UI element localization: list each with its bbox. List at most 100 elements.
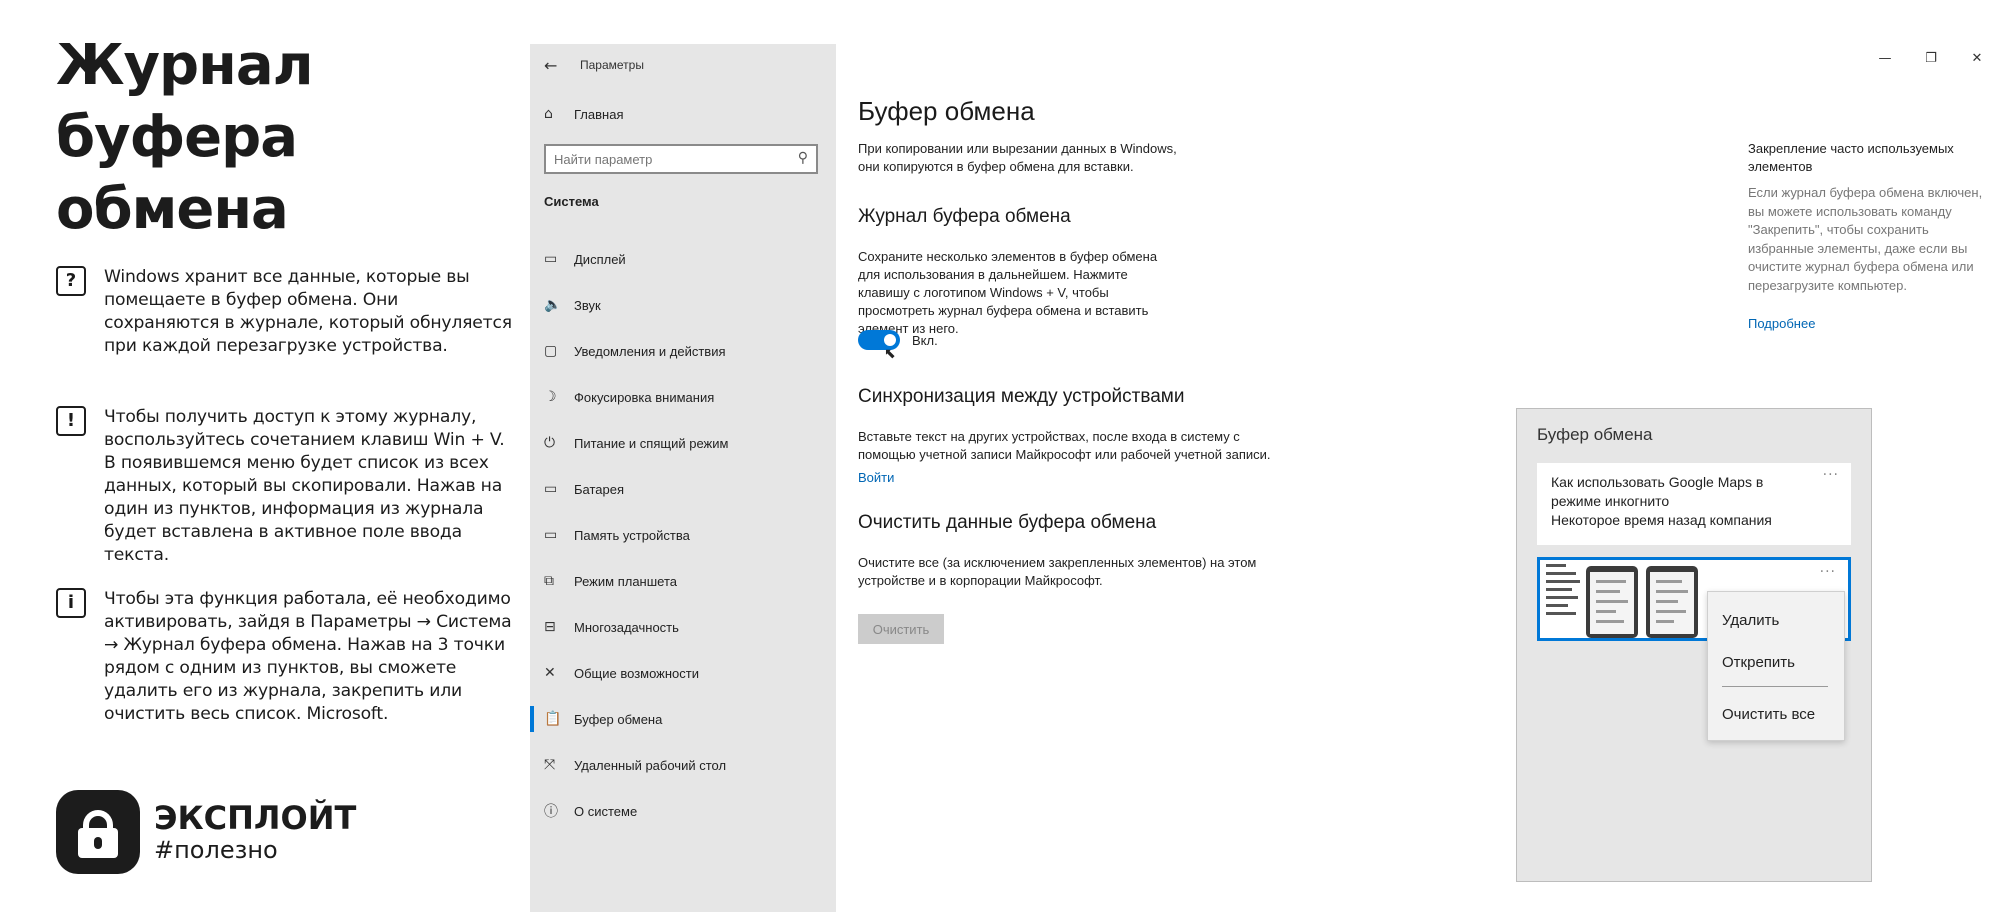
nav-item[interactable]: ▭ Батарея	[530, 466, 836, 512]
nav-item-label: Батарея	[574, 481, 625, 497]
nav-item-label: О системе	[574, 803, 638, 819]
nav-item-label: Звук	[574, 297, 601, 313]
menu-clear-all[interactable]: Очистить все	[1722, 706, 1815, 723]
more-info-link[interactable]: Подробнее	[1748, 316, 1815, 331]
exclamation-icon: !	[56, 406, 86, 436]
sync-heading: Синхронизация между устройствами	[858, 386, 1185, 407]
sign-in-link[interactable]: Войти	[858, 470, 894, 485]
question-icon: ?	[56, 266, 86, 296]
search-icon[interactable]: ⚲	[798, 150, 808, 166]
title-bar: ← Параметры	[544, 50, 644, 80]
nav-item-label: Память устройства	[574, 527, 690, 543]
nav-item[interactable]: ⓘ О системе	[530, 788, 836, 834]
nav-item-label: Режим планшета	[574, 573, 677, 589]
lock-icon	[56, 790, 140, 874]
tip-question: ? Windows хранит все данные, которые вы …	[56, 266, 516, 358]
minimize-icon[interactable]: —	[1862, 44, 1908, 76]
history-heading: Журнал буфера обмена	[858, 206, 1071, 227]
clipboard-item[interactable]: Как использовать Google Maps в режиме ин…	[1537, 463, 1851, 545]
tip-text: Чтобы эта функция работала, её необходим…	[104, 589, 512, 724]
mouse-cursor-icon: ⬉	[884, 346, 896, 362]
home-icon: ⌂	[544, 106, 553, 122]
app-title: Параметры	[580, 58, 644, 72]
focus-assist-icon: ☽	[544, 389, 557, 405]
close-icon[interactable]: ✕	[1954, 44, 2000, 76]
nav-item[interactable]: ▭ Память устройства	[530, 512, 836, 558]
nav-item-label: Дисплей	[574, 251, 626, 267]
nav-item[interactable]: ⊟ Многозадачность	[530, 604, 836, 650]
nav-item-label: Уведомления и действия	[574, 343, 726, 359]
history-text: Сохраните несколько элементов в буфер об…	[858, 249, 1158, 336]
nav-item[interactable]: 📋 Буфер обмена	[530, 696, 836, 742]
article-header: Журнал буфера обмена	[56, 30, 516, 246]
brand: ЭКСПЛОЙТ #полезно	[56, 790, 376, 876]
sound-icon: 🔈	[544, 297, 562, 313]
brand-tag: #полезно	[154, 836, 278, 864]
menu-separator	[1722, 686, 1828, 687]
side-text: Если журнал буфера обмена включен, вы мо…	[1748, 185, 1983, 293]
history-toggle-row: ⬉ Вкл.	[858, 330, 938, 362]
more-icon[interactable]: ···	[1823, 467, 1839, 483]
back-arrow-icon[interactable]: ←	[544, 56, 574, 75]
more-icon[interactable]: ···	[1820, 564, 1836, 580]
clipboard-icon: 📋	[544, 711, 562, 727]
tablet-mode-icon: ⧉	[544, 573, 554, 589]
tip-text: Windows хранит все данные, которые вы по…	[104, 267, 512, 356]
display-icon: ▭	[544, 251, 558, 267]
clear-heading: Очистить данные буфера обмена	[858, 512, 1157, 533]
nav-item-label: Удаленный рабочий стол	[574, 757, 727, 773]
nav-home-label: Главная	[574, 106, 624, 122]
info-icon: i	[56, 588, 86, 618]
phone-thumbnail	[1586, 566, 1638, 638]
document-thumbnail	[1546, 564, 1584, 636]
nav-item[interactable]: ⏻ Питание и спящий режим	[530, 420, 836, 466]
nav-item-label: Общие возможности	[574, 665, 700, 681]
restore-icon[interactable]: ❐	[1908, 44, 1954, 76]
about-icon: ⓘ	[544, 804, 558, 820]
battery-icon: ▭	[544, 481, 558, 497]
clear-button[interactable]: Очистить	[858, 614, 944, 644]
clipboard-item-text: Как использовать Google Maps в режиме ин…	[1551, 474, 1772, 528]
nav-section-title: Система	[544, 194, 599, 209]
clear-text: Очистите все (за исключением закрепленны…	[858, 555, 1257, 588]
nav-home[interactable]: ⌂ Главная	[544, 102, 623, 126]
settings-sidebar: ← Параметры ⌂ Главная ⚲ Система ▭ Дисплей…	[530, 44, 836, 912]
tip-info: i Чтобы эта функция работала, её необход…	[56, 588, 516, 726]
nav-item[interactable]: ▭ Дисплей	[530, 236, 836, 282]
nav-item-label: Буфер обмена	[574, 711, 663, 727]
flyout-title: Буфер обмена	[1537, 425, 1653, 444]
nav-item[interactable]: ☽ Фокусировка внимания	[530, 374, 836, 420]
brand-name: ЭКСПЛОЙТ	[154, 799, 357, 837]
nav-item-label: Фокусировка внимания	[574, 389, 715, 405]
nav-item[interactable]: ✕ Общие возможности	[530, 650, 836, 696]
nav-item[interactable]: ⤧ Удаленный рабочий стол	[530, 742, 836, 788]
notifications-icon: ▢	[544, 343, 558, 359]
storage-icon: ▭	[544, 527, 558, 543]
nav-item[interactable]: ⧉ Режим планшета	[530, 558, 836, 604]
article-title: Журнал буфера обмена	[56, 33, 314, 242]
side-heading: Закрепление часто используемых элементов	[1748, 141, 1954, 174]
context-menu: Удалить Открепить Очистить все	[1707, 591, 1845, 741]
intro-text: При копировании или вырезании данных в W…	[858, 141, 1177, 174]
sync-text: Вставьте текст на других устройствах, по…	[858, 429, 1271, 462]
nav-item[interactable]: ▢ Уведомления и действия	[530, 328, 836, 374]
nav-item[interactable]: 🔈 Звук	[530, 282, 836, 328]
nav-item-label: Многозадачность	[574, 619, 679, 635]
remote-desktop-icon: ⤧	[544, 757, 556, 773]
power-icon: ⏻	[544, 435, 556, 451]
phone-thumbnail	[1646, 566, 1698, 638]
search-input[interactable]	[546, 146, 776, 172]
window-controls: — ❐ ✕	[1862, 44, 2000, 76]
clipboard-flyout: Буфер обмена Как использовать Google Map…	[1516, 408, 1872, 882]
nav-item-label: Питание и спящий режим	[574, 435, 729, 451]
search-box[interactable]: ⚲	[544, 144, 818, 174]
nav-list: ▭ Дисплей 🔈 Звук ▢ Уведомления и действия ☽ Фок…	[530, 236, 836, 834]
multitasking-icon: ⊟	[544, 619, 556, 635]
tip-exclamation: ! Чтобы получить доступ к этому журналу,…	[56, 406, 516, 567]
tip-text: Чтобы получить доступ к этому журналу, в…	[104, 407, 505, 565]
menu-delete[interactable]: Удалить	[1722, 612, 1779, 629]
page-title: Буфер обмена	[858, 96, 1035, 126]
toggle-label: Вкл.	[912, 332, 938, 348]
menu-unpin[interactable]: Открепить	[1722, 654, 1795, 671]
shared-experiences-icon: ✕	[544, 665, 556, 681]
